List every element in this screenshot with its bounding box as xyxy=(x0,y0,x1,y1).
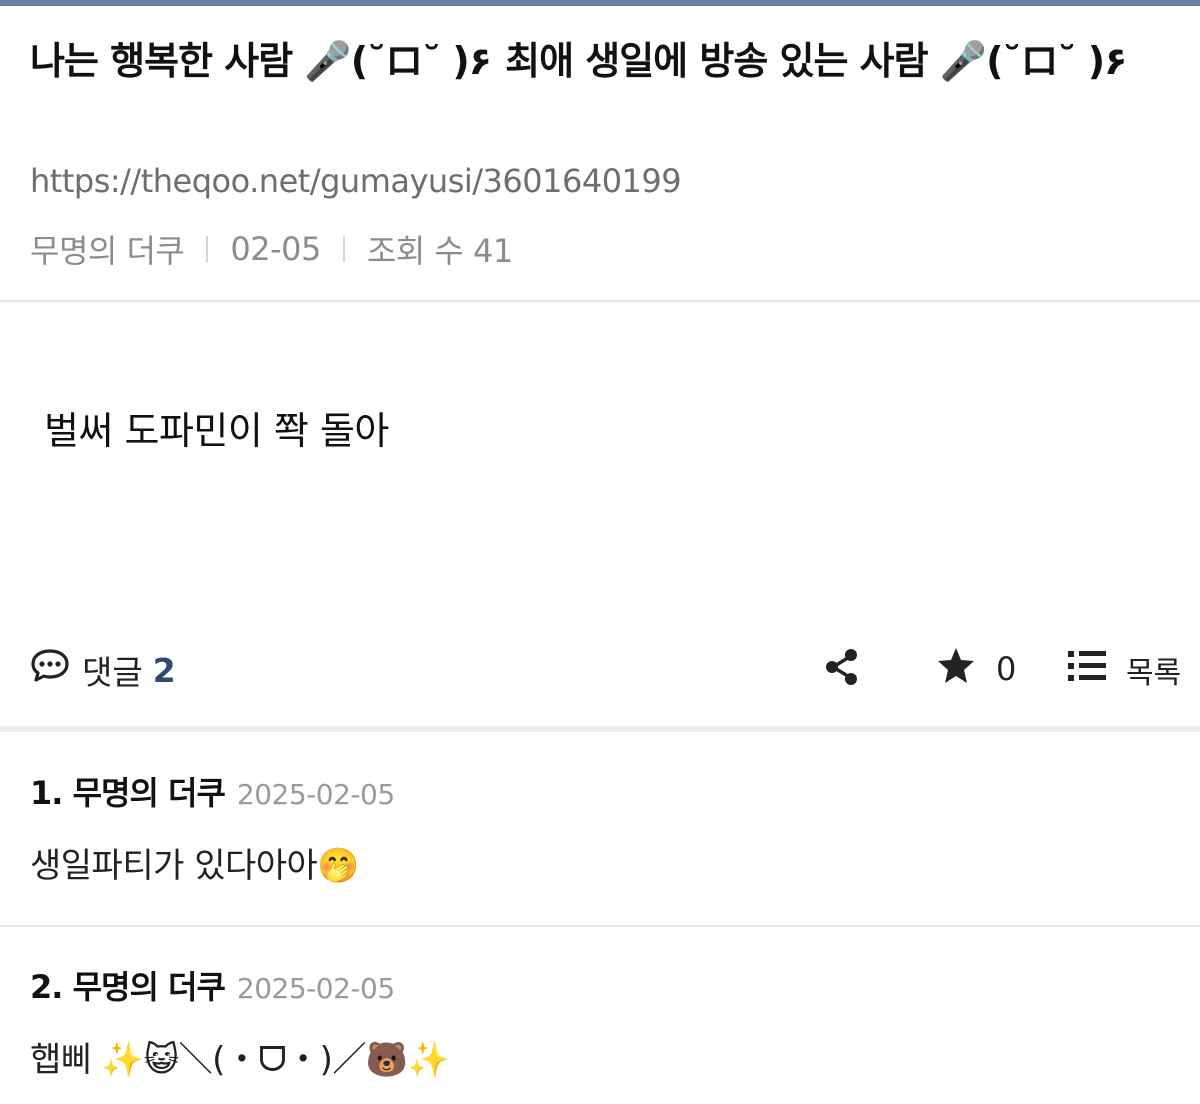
comment-date: 2025-02-05 xyxy=(236,972,395,1005)
comment-author[interactable]: 1. 무명의 더쿠 xyxy=(30,768,226,814)
comment-divider xyxy=(0,925,1200,927)
post-views: 조회 수 41 xyxy=(366,232,513,270)
comment-text: 생일파티가 있다아아🤭 xyxy=(30,846,360,886)
post-actions-bar: 댓글 2 0 목록 xyxy=(0,636,1200,700)
post-url[interactable]: https://theqoo.net/gumayusi/3601640199 xyxy=(30,162,682,200)
post-body: 벌써 도파민이 쫙 돌아 xyxy=(44,409,389,453)
post-title: 나는 행복한 사람 🎤(˘ロ˘ )۶ 최애 생일에 방송 있는 사람 🎤(˘ロ˘… xyxy=(30,39,1128,83)
actions-divider xyxy=(0,726,1200,732)
list-label: 목록 xyxy=(1126,656,1182,691)
comment-date: 2025-02-05 xyxy=(236,778,395,811)
favorite-count: 0 xyxy=(996,650,1017,688)
share-icon xyxy=(824,649,860,690)
comment-header: 2. 무명의 더쿠 2025-02-05 xyxy=(30,962,395,1008)
comments-count: 2 xyxy=(152,650,176,690)
header-divider xyxy=(0,300,1200,302)
post-author[interactable]: 무명의 더쿠 xyxy=(30,226,185,272)
favorite-button[interactable]: 0 xyxy=(936,646,1016,692)
comments-button[interactable]: 댓글 2 xyxy=(30,646,176,694)
meta-separator xyxy=(206,236,209,262)
share-button[interactable] xyxy=(824,648,860,690)
comments-label: 댓글 xyxy=(82,653,143,692)
speech-bubble-icon xyxy=(30,648,82,692)
comment-text: 햅삐 ✨😺＼(・ᗜ・)／🐻✨ xyxy=(30,1040,450,1080)
post-meta: 무명의 더쿠 02-05 조회 수 41 xyxy=(30,226,513,272)
comment-header: 1. 무명의 더쿠 2025-02-05 xyxy=(30,768,395,814)
post-date: 02-05 xyxy=(230,230,321,268)
top-accent-bar xyxy=(0,0,1200,6)
comment-author[interactable]: 2. 무명의 더쿠 xyxy=(30,962,226,1008)
list-button[interactable]: 목록 xyxy=(1068,648,1181,692)
list-icon xyxy=(1068,651,1126,689)
meta-separator xyxy=(342,236,345,262)
star-icon xyxy=(936,646,996,692)
